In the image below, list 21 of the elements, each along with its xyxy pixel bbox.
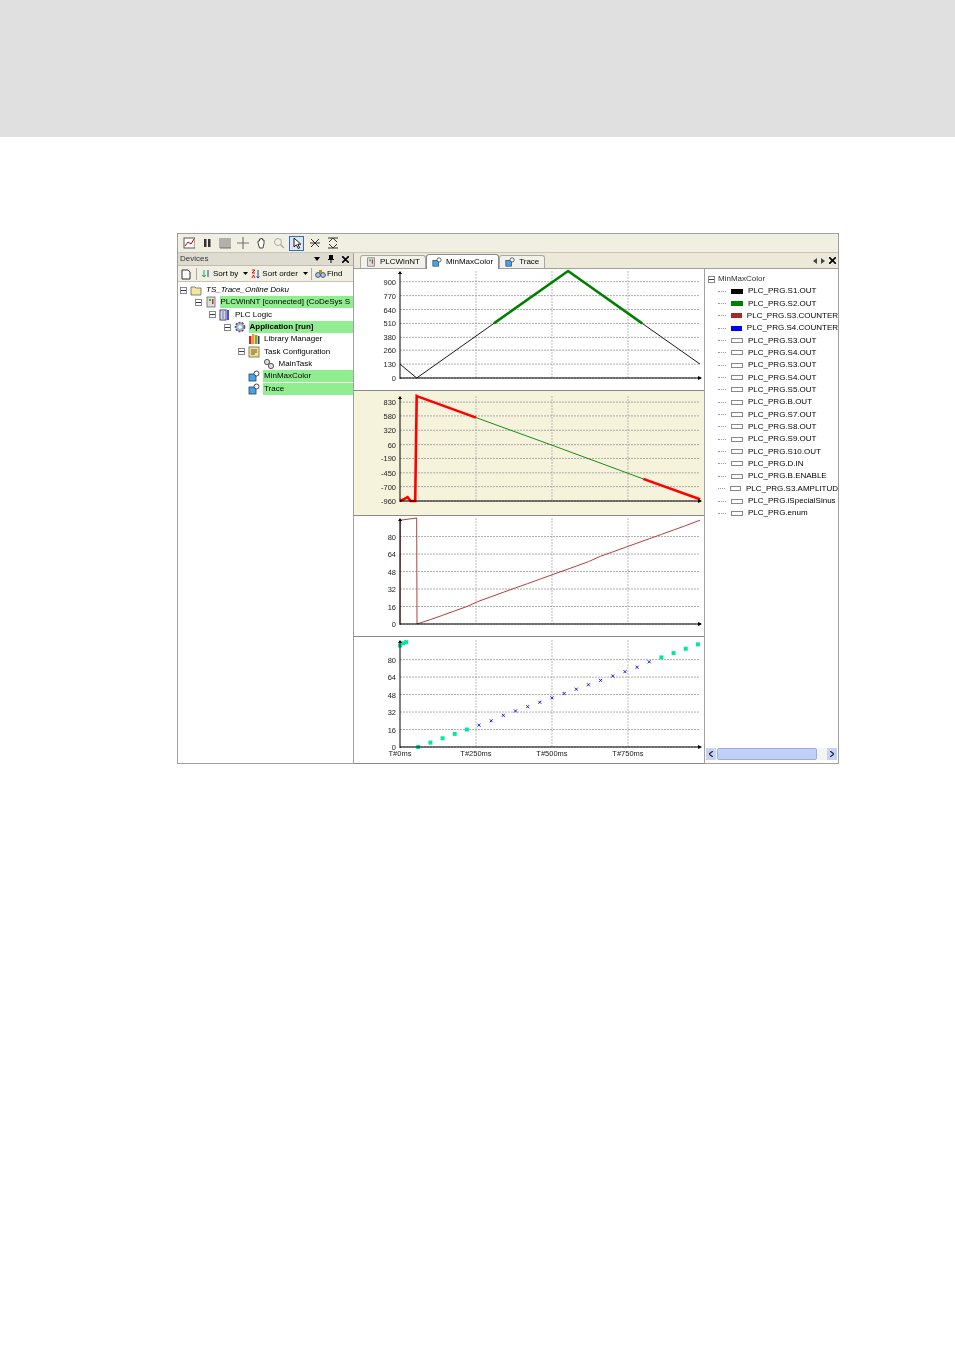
legend-item: PLC_PRG.iSpecialSinus [748, 497, 836, 505]
legend-item: PLC_PRG.S3.AMPLITUD [745, 484, 838, 493]
legend-item: PLC_PRG.B.ENABLE [748, 472, 827, 481]
legend-item: PLC_PRG.S3.OUT [748, 361, 817, 370]
panel-title: Devices [180, 255, 210, 263]
legend-item: PLC_PRG.S3.OUT [748, 336, 817, 345]
legend-item: PLC_PRG.enum [748, 509, 808, 518]
legend-item: PLC_PRG.S4.COUNTER [746, 324, 838, 333]
legend-item: PLC_PRG.S4.OUT [748, 348, 817, 357]
legend-item: PLC_PRG.S4.OUT [748, 373, 817, 382]
legend-item: PLC_PRG.D.IN [748, 460, 804, 468]
legend-item: PLC_PRG.S10.OUT [748, 447, 821, 456]
legend-item: PLC_PRG.S9.OUT [748, 435, 817, 444]
legend-item: PLC_PRG.S5.OUT [748, 385, 817, 394]
legend-item: PLC_PRG.S3.COUNTER [746, 311, 838, 320]
legend-item: PLC_PRG.B.OUT [748, 398, 812, 407]
legend-item: PLC_PRG.S8.OUT [748, 422, 817, 431]
legend-item: PLC_PRG.S7.OUT [748, 410, 817, 419]
legend-item: PLC_PRG.S2.OUT [748, 299, 817, 308]
legend-title: MinMaxColor [718, 275, 766, 283]
legend-item: PLC_PRG.S1.OUT [748, 287, 817, 296]
